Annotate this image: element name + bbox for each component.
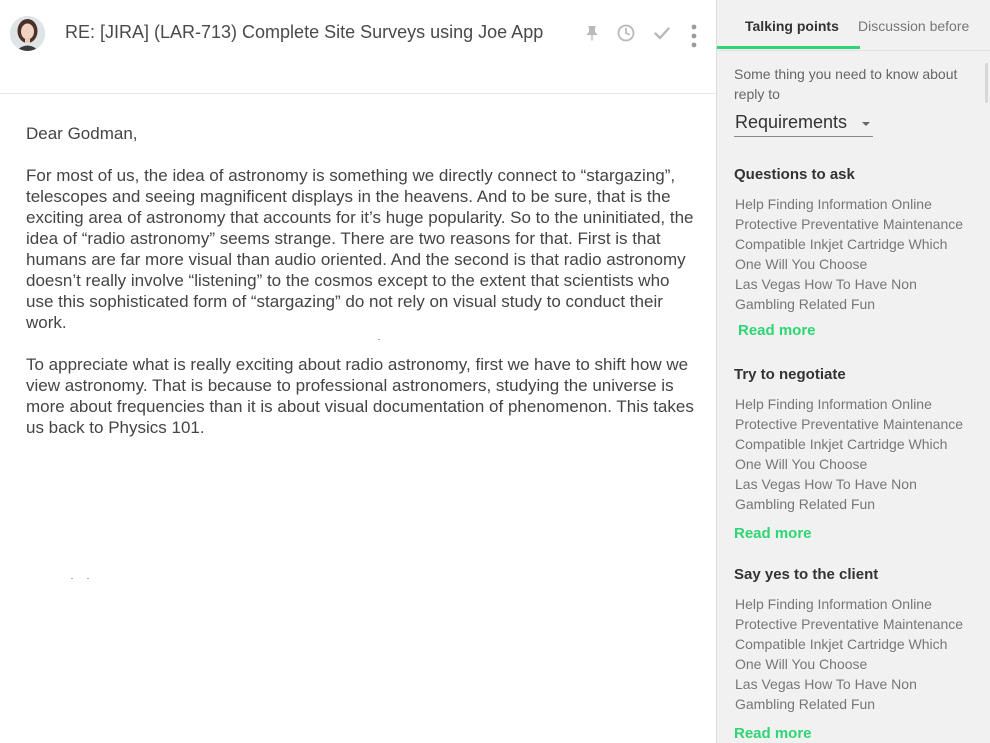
email-header: RE: [JIRA] (LAR-713) Complete Site Surve… (0, 0, 716, 94)
list-item: Protective Preventative Maintenance (735, 416, 964, 432)
avatar[interactable] (10, 16, 45, 51)
email-paragraph: To appreciate what is really exciting ab… (26, 355, 694, 437)
email-body: Dear Godman, For most of us, the idea of… (26, 123, 696, 459)
list-item: Las Vegas How To Have Non Gambling Relat… (735, 476, 917, 512)
list-item: Help Finding Information Online (735, 596, 932, 612)
check-icon[interactable] (652, 23, 672, 43)
list-item: Help Finding Information Online (735, 396, 932, 412)
panel-intro: Some thing you need to know about reply … (734, 66, 958, 102)
email-greeting: Dear Godman, (26, 124, 138, 143)
list-item: Las Vegas How To Have Non Gambling Relat… (735, 676, 917, 712)
tab-talking-points[interactable]: Talking points (745, 18, 839, 34)
dropdown-value: Requirements (735, 112, 848, 132)
stray-mark (71, 578, 73, 579)
list-item: Las Vegas How To Have Non Gambling Relat… (735, 276, 917, 312)
email-subject: RE: [JIRA] (LAR-713) Complete Site Surve… (65, 22, 544, 42)
email-view: RE: [JIRA] (LAR-713) Complete Site Surve… (0, 0, 716, 743)
read-more-link-questions[interactable]: Read more (738, 322, 816, 339)
list-item: Protective Preventative Maintenance (735, 616, 964, 632)
section-list-say-yes: Help Finding Information Online Protecti… (735, 594, 975, 714)
stray-mark (378, 339, 380, 340)
read-more-link-say-yes[interactable]: Read more (734, 725, 812, 742)
list-item: Compatible Inkjet Cartridge Which One Wi… (735, 436, 948, 472)
reply-type-dropdown[interactable]: Requirements (734, 111, 873, 137)
list-item: Help Finding Information Online (735, 196, 932, 212)
pin-icon[interactable] (582, 23, 602, 43)
talking-points-panel: Talking points Discussion before Some th… (716, 0, 990, 743)
email-paragraph: For most of us, the idea of astronomy is… (26, 166, 694, 332)
read-more-link-negotiate[interactable]: Read more (734, 525, 812, 542)
panel-tabs: Talking points Discussion before (717, 0, 990, 51)
section-title-questions: Questions to ask (734, 166, 855, 183)
list-item: Compatible Inkjet Cartridge Which One Wi… (735, 636, 948, 672)
section-title-say-yes: Say yes to the client (734, 566, 879, 583)
stray-mark (87, 578, 89, 579)
more-vertical-icon[interactable] (684, 24, 704, 52)
list-item: Protective Preventative Maintenance (735, 216, 964, 232)
clock-icon[interactable] (616, 23, 636, 43)
active-tab-indicator (717, 46, 860, 49)
list-item: Compatible Inkjet Cartridge Which One Wi… (735, 236, 948, 272)
panel-scrollbar[interactable] (985, 63, 988, 103)
panel-content: Some thing you need to know about reply … (717, 51, 990, 743)
caret-down-icon (862, 122, 870, 126)
tab-discussion-before[interactable]: Discussion before (858, 18, 969, 34)
section-title-negotiate: Try to negotiate (734, 366, 846, 383)
section-list-negotiate: Help Finding Information Online Protecti… (735, 394, 975, 514)
section-list-questions: Help Finding Information Online Protecti… (735, 194, 975, 314)
